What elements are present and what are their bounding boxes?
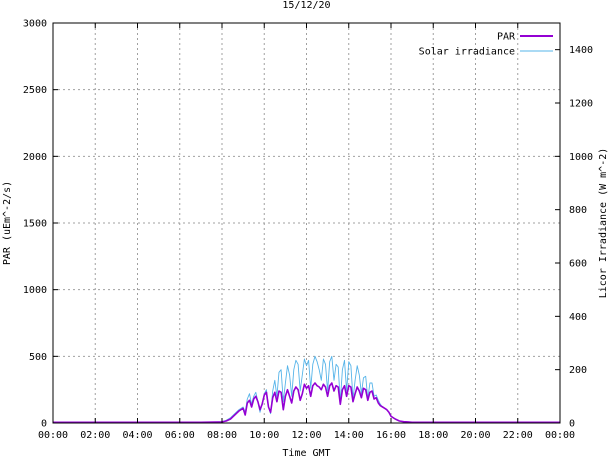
y2-tick-label: 1000: [569, 152, 593, 163]
y-tick-label: 1000: [23, 285, 47, 296]
y2-tick-label: 800: [569, 205, 587, 216]
y-tick-label: 0: [41, 419, 47, 430]
legend: PAR Solar irradiance: [419, 32, 553, 58]
x-tick-label: 18:00: [418, 430, 448, 441]
x-tick-label: 08:00: [207, 430, 237, 441]
y2-tick-label: 1200: [569, 99, 593, 110]
y2-tick-label: 600: [569, 259, 587, 270]
x-tick-label: 06:00: [165, 430, 195, 441]
series-line-par: [53, 382, 560, 424]
y-axis-label: PAR (uEm^-2/s): [2, 181, 13, 265]
y2-tick-label: 1400: [569, 45, 593, 56]
x-tick-label: 12:00: [291, 430, 321, 441]
y-tick-label: 2500: [23, 85, 47, 96]
x-tick-label: 00:00: [545, 430, 575, 441]
y-tick-label: 500: [29, 352, 47, 363]
legend-label-par: PAR: [497, 32, 516, 43]
x-tick-label: 00:00: [38, 430, 68, 441]
y-tick-label: 3000: [23, 19, 47, 30]
chart: 00:00 02:00 04:00 06:00 08:00 10:00 12:00 14:00…: [2, 0, 609, 459]
grid-lines: [53, 23, 560, 423]
x-tick-label: 10:00: [249, 430, 279, 441]
x-tick-label: 02:00: [80, 430, 110, 441]
x-tick-label: 22:00: [503, 430, 533, 441]
y2-tick-label: 200: [569, 365, 587, 376]
y-tick-label: 2000: [23, 152, 47, 163]
x-tick-label: 20:00: [460, 430, 490, 441]
y2-axis-label: Licor Irradiance (W m^-2): [598, 148, 609, 299]
y2-tick-label: 400: [569, 312, 587, 323]
y2-tick-label: 0: [569, 419, 575, 430]
y-tick-label: 1500: [23, 219, 47, 230]
x-axis-label: Time GMT: [282, 448, 330, 459]
x-tick-label: 16:00: [376, 430, 406, 441]
chart-title: 15/12/20: [282, 0, 330, 11]
axis-ticks: 00:00 02:00 04:00 06:00 08:00 10:00 12:00 14:00…: [23, 19, 593, 442]
legend-label-solar-irradiance: Solar irradiance: [419, 47, 515, 58]
x-tick-label: 14:00: [334, 430, 364, 441]
x-tick-label: 04:00: [122, 430, 152, 441]
